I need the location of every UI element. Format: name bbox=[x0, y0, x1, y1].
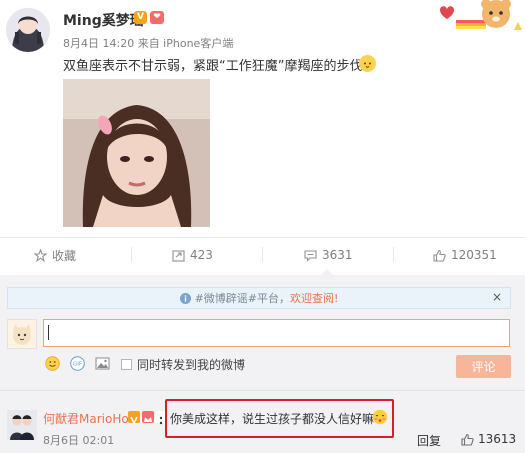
like-count: 120351 bbox=[451, 248, 497, 262]
post-text: 双鱼座表示不甘示弱，紧跟“工作狂魔”摩羯座的步伐！ bbox=[63, 59, 376, 74]
favorite-button[interactable]: 收藏 bbox=[34, 244, 76, 266]
info-icon bbox=[179, 292, 191, 304]
thumbs-up-icon bbox=[433, 249, 446, 262]
divider bbox=[0, 237, 525, 238]
text-caret bbox=[48, 325, 49, 340]
submit-comment-button[interactable]: 评论 bbox=[456, 355, 511, 378]
current-user-avatar bbox=[7, 319, 37, 349]
repost-checkbox-label: 同时转发到我的微博 bbox=[137, 358, 246, 372]
like-button[interactable]: 120351 bbox=[433, 244, 497, 266]
post-meta: 8月4日 14:20 来自 iPhone客户端 bbox=[63, 37, 234, 50]
comment-like-button[interactable]: 13613 bbox=[461, 432, 516, 446]
divider bbox=[262, 247, 263, 262]
divider bbox=[131, 247, 132, 262]
comment-like-count: 13613 bbox=[478, 432, 517, 446]
avatar[interactable] bbox=[6, 8, 50, 52]
comment-icon bbox=[304, 249, 317, 262]
divider bbox=[393, 247, 394, 262]
close-icon[interactable]: × bbox=[492, 290, 502, 304]
comment-input[interactable] bbox=[43, 319, 510, 347]
emoji-icon[interactable] bbox=[45, 356, 60, 371]
notice-link[interactable]: 欢迎查阅! bbox=[290, 290, 338, 306]
commenter-avatar[interactable] bbox=[7, 410, 37, 440]
vip-badge-icon bbox=[142, 411, 154, 423]
reply-button[interactable]: 回复 bbox=[417, 432, 441, 449]
rumor-notice-banner[interactable]: #微博辟谣#平台， 欢迎查阅! bbox=[7, 287, 511, 309]
repost-icon bbox=[172, 249, 185, 262]
commenter-username[interactable]: 何猷君MarioHo bbox=[43, 410, 129, 427]
verified-badge-icon bbox=[128, 411, 140, 425]
repost-count: 423 bbox=[190, 248, 213, 262]
divider bbox=[0, 390, 525, 391]
verified-badge-icon: V bbox=[134, 11, 147, 24]
cat-emoji-icon bbox=[359, 55, 376, 72]
highlight-box bbox=[165, 399, 394, 438]
post-username[interactable]: Ming奚梦瑶 bbox=[63, 10, 144, 30]
favorite-label: 收藏 bbox=[52, 248, 77, 263]
comment-button[interactable]: 3631 bbox=[304, 244, 353, 266]
svg-text:GIF: GIF bbox=[73, 362, 82, 368]
comment-time: 8月6日 02:01 bbox=[43, 434, 115, 447]
heart-badge-icon: ❤ bbox=[150, 11, 164, 24]
repost-checkbox[interactable] bbox=[121, 359, 132, 370]
repost-button[interactable]: 423 bbox=[172, 244, 213, 266]
comment-count: 3631 bbox=[322, 248, 353, 262]
star-icon bbox=[34, 248, 47, 262]
gif-icon[interactable]: GIF bbox=[70, 356, 85, 371]
image-upload-icon[interactable] bbox=[95, 356, 110, 371]
decorative-stickers bbox=[434, 0, 525, 36]
post-photo[interactable] bbox=[63, 79, 210, 227]
notice-text: #微博辟谣#平台， bbox=[194, 292, 290, 305]
thumbs-up-icon bbox=[461, 433, 474, 446]
